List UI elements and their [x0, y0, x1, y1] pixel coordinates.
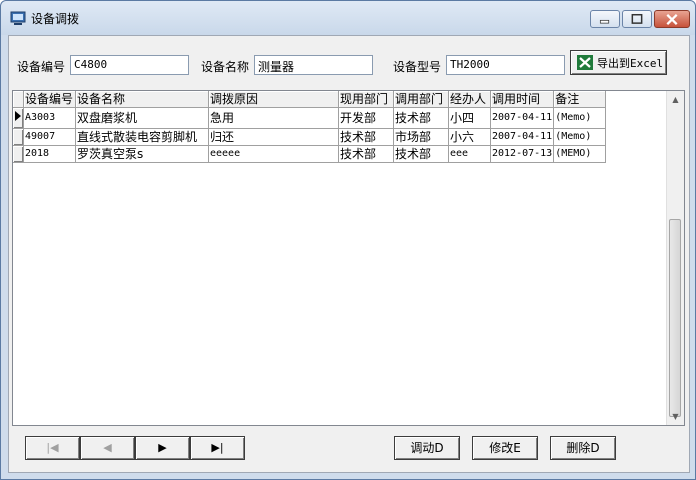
device-model-label: 设备型号: [393, 60, 442, 74]
device-model-input[interactable]: TH2000: [446, 55, 565, 75]
scroll-thumb[interactable]: [669, 219, 681, 417]
app-window: 设备调拨 设备编号 C4800 设备名称 测量器 设备型号 TH2000 导出到…: [0, 0, 696, 480]
current-row-indicator: [13, 107, 24, 129]
cell[interactable]: 急用: [208, 107, 339, 129]
vertical-scrollbar[interactable]: ▲ ▼: [666, 91, 684, 425]
column-header[interactable]: 现用部门: [338, 91, 394, 108]
cell[interactable]: 2007-04-11: [490, 128, 555, 146]
modify-button[interactable]: 修改E: [472, 436, 538, 460]
row-indicator: [13, 145, 24, 163]
cell[interactable]: (Memo): [553, 107, 607, 129]
scroll-up-icon[interactable]: ▲: [667, 91, 684, 108]
table-row[interactable]: 2018 罗茨真空泵s eeeee 技术部 技术部 eee 2012-07-13…: [13, 145, 607, 163]
column-header[interactable]: 调拨原因: [208, 91, 339, 108]
export-excel-button[interactable]: 导出到Excel: [570, 50, 667, 75]
cell[interactable]: A3003: [23, 107, 76, 129]
minimize-icon: [599, 19, 610, 24]
cell[interactable]: 技术部: [393, 107, 449, 129]
cell[interactable]: 开发部: [338, 107, 394, 129]
column-header[interactable]: 调用时间: [490, 91, 555, 108]
maximize-icon: [631, 13, 643, 24]
delete-button[interactable]: 删除D: [550, 436, 616, 460]
close-button[interactable]: [654, 10, 690, 28]
cell[interactable]: eeeee: [208, 145, 339, 163]
column-header[interactable]: 备注: [553, 91, 607, 108]
cell[interactable]: 小六: [448, 128, 491, 146]
cell[interactable]: eee: [448, 145, 491, 163]
cell[interactable]: 技术部: [393, 145, 449, 163]
cell[interactable]: 市场部: [393, 128, 449, 146]
header-row: 设备编号 设备名称 调拨原因 现用部门 调用部门 经办人 调用时间 备注: [13, 91, 607, 108]
cell[interactable]: 技术部: [338, 145, 394, 163]
next-record-button[interactable]: ▶: [135, 436, 190, 460]
first-record-button[interactable]: |◀: [25, 436, 80, 460]
transfer-table: 设备编号 设备名称 调拨原因 现用部门 调用部门 经办人 调用时间 备注 A30…: [13, 91, 607, 163]
close-icon: [666, 13, 678, 26]
cell[interactable]: 49007: [23, 128, 76, 146]
column-header[interactable]: 设备名称: [75, 91, 209, 108]
export-label: 导出到Excel: [597, 57, 664, 70]
column-header[interactable]: 经办人: [448, 91, 491, 108]
cell[interactable]: 2018: [23, 145, 76, 163]
minimize-button[interactable]: [590, 10, 620, 28]
indicator-header: [13, 91, 24, 108]
excel-icon: [577, 55, 593, 70]
table-row[interactable]: A3003 双盘磨浆机 急用 开发部 技术部 小四 2007-04-11 (Me…: [13, 107, 607, 129]
device-name-input[interactable]: 测量器: [254, 55, 373, 75]
device-name-label: 设备名称: [201, 60, 250, 74]
transfer-grid[interactable]: 设备编号 设备名称 调拨原因 现用部门 调用部门 经办人 调用时间 备注 A30…: [12, 90, 685, 426]
column-header[interactable]: 调用部门: [393, 91, 449, 108]
column-header[interactable]: 设备编号: [23, 91, 76, 108]
maximize-button[interactable]: [622, 10, 652, 28]
window-icon: [10, 11, 26, 25]
cell[interactable]: (Memo): [553, 128, 607, 146]
client-area: 设备编号 C4800 设备名称 测量器 设备型号 TH2000 导出到Excel…: [8, 35, 690, 473]
device-code-input[interactable]: C4800: [70, 55, 189, 75]
transfer-button[interactable]: 调动D: [394, 436, 460, 460]
table-row[interactable]: 49007 直线式散装电容剪脚机 归还 技术部 市场部 小六 2007-04-1…: [13, 128, 607, 146]
last-record-button[interactable]: ▶|: [190, 436, 245, 460]
device-code-label: 设备编号: [17, 60, 66, 74]
cell[interactable]: 归还: [208, 128, 339, 146]
cell[interactable]: 直线式散装电容剪脚机: [75, 128, 209, 146]
cell[interactable]: 双盘磨浆机: [75, 107, 209, 129]
cell[interactable]: (MEMO): [553, 145, 607, 163]
cell[interactable]: 小四: [448, 107, 491, 129]
row-indicator: [13, 128, 24, 146]
row-pointer-icon: [15, 111, 21, 121]
title-bar[interactable]: 设备调拨: [1, 1, 695, 35]
cell[interactable]: 技术部: [338, 128, 394, 146]
cell[interactable]: 罗茨真空泵s: [75, 145, 209, 163]
window-title: 设备调拨: [31, 12, 80, 26]
cell[interactable]: 2012-07-13: [490, 145, 555, 163]
scroll-down-icon[interactable]: ▼: [667, 408, 684, 425]
cell[interactable]: 2007-04-11: [490, 107, 555, 129]
prev-record-button[interactable]: ◀: [80, 436, 135, 460]
